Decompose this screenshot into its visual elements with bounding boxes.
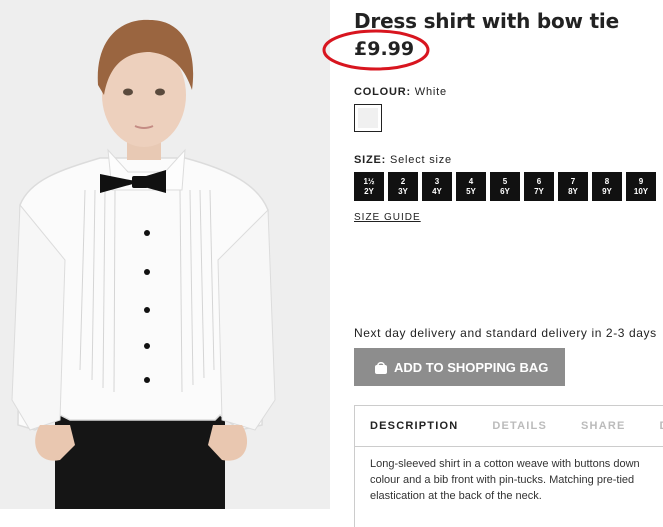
size-option-top: 6	[536, 176, 542, 186]
size-options: 1½ 2Y 2 3Y 3 4Y 4 5Y 5 6Y 6 7Y 7 8Y 8 9Y 9 10Y	[354, 172, 656, 201]
size-option[interactable]: 3 4Y	[422, 172, 452, 201]
size-option-top: 2	[400, 176, 406, 186]
size-option-bottom: 10Y	[633, 186, 649, 196]
size-option[interactable]: 2 3Y	[388, 172, 418, 201]
description-line: elastication at the back of the neck.	[370, 490, 542, 502]
size-option-bottom: 4Y	[432, 186, 442, 196]
size-option-top: 9	[638, 176, 644, 186]
swatch-fill	[358, 108, 378, 128]
size-option-bottom: 6Y	[500, 186, 510, 196]
size-row: SIZE: Select size	[354, 154, 452, 166]
size-option[interactable]: 1½ 2Y	[354, 172, 384, 201]
size-option[interactable]: 6 7Y	[524, 172, 554, 201]
size-option-bottom: 7Y	[534, 186, 544, 196]
description-line: colour and a bib front with pin-tucks. M…	[370, 474, 635, 486]
product-price: £9.99	[354, 38, 415, 60]
size-option-top: 4	[468, 176, 474, 186]
product-info: Dress shirt with bow tie £9.99 COLOUR: W…	[322, 0, 663, 527]
size-option-top: 3	[434, 176, 440, 186]
colour-label: COLOUR:	[354, 86, 411, 98]
shopping-bag-icon	[374, 361, 388, 374]
product-image[interactable]	[0, 0, 330, 509]
product-tabs: DESCRIPTION DETAILS SHARE DE	[354, 405, 663, 447]
size-label: SIZE:	[354, 154, 387, 166]
size-option-top: 5	[502, 176, 508, 186]
tab-description[interactable]: DESCRIPTION	[370, 420, 458, 432]
size-guide-link[interactable]: SIZE GUIDE	[354, 212, 421, 223]
size-option[interactable]: 4 5Y	[456, 172, 486, 201]
delivery-info: Next day delivery and standard delivery …	[354, 326, 657, 340]
size-value: Select size	[389, 154, 452, 166]
size-option-bottom: 2Y	[364, 186, 374, 196]
colour-value: White	[414, 86, 447, 98]
size-option[interactable]: 5 6Y	[490, 172, 520, 201]
size-option-bottom: 5Y	[466, 186, 476, 196]
add-to-bag-label: ADD TO SHOPPING BAG	[394, 359, 549, 375]
size-option-top: 8	[604, 176, 610, 186]
description-panel: Long-sleeved shirt in a cotton weave wit…	[354, 447, 663, 527]
tab-delivery[interactable]: DE	[660, 420, 663, 432]
tab-share[interactable]: SHARE	[581, 420, 626, 432]
size-option-bottom: 9Y	[602, 186, 612, 196]
size-option[interactable]: 7 8Y	[558, 172, 588, 201]
description-line: Long-sleeved shirt in a cotton weave wit…	[370, 458, 640, 470]
size-option[interactable]: 9 10Y	[626, 172, 656, 201]
colour-swatch-white[interactable]	[354, 104, 382, 132]
add-to-shopping-bag-button[interactable]: ADD TO SHOPPING BAG	[354, 348, 565, 386]
size-option-bottom: 3Y	[398, 186, 408, 196]
tab-details[interactable]: DETAILS	[492, 420, 547, 432]
size-option-top: 1½	[363, 176, 375, 186]
colour-row: COLOUR: White	[354, 86, 447, 98]
size-option[interactable]: 8 9Y	[592, 172, 622, 201]
size-option-bottom: 8Y	[568, 186, 578, 196]
size-option-top: 7	[570, 176, 576, 186]
product-photo	[0, 0, 330, 509]
price-wrap: £9.99	[322, 28, 432, 74]
